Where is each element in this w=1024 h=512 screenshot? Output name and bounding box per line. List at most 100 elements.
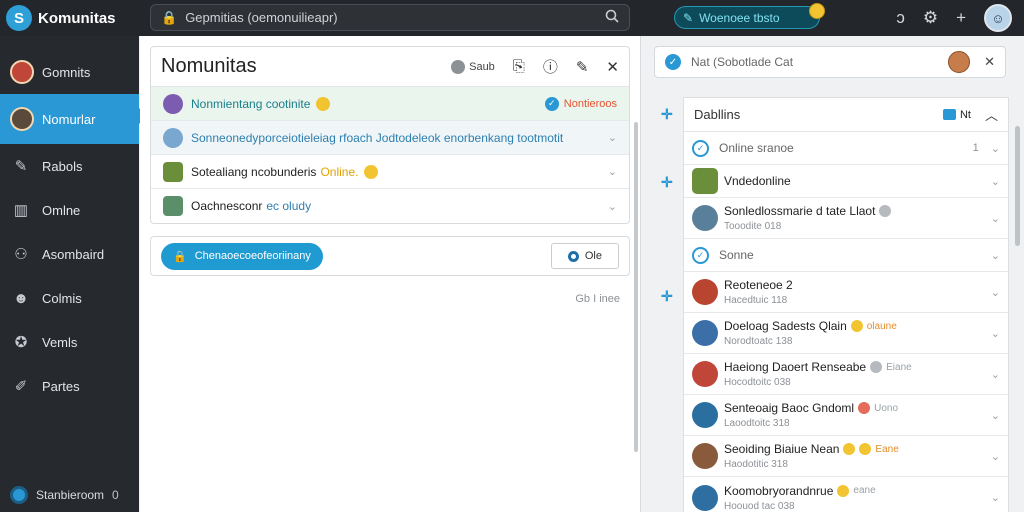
- sidebar-item-label: Asombaird: [42, 246, 105, 262]
- item-subtitle: Hoouod tac 038: [724, 500, 795, 512]
- sidebar-item-gomnits[interactable]: Gomnits: [0, 50, 139, 94]
- item-subtitle: Hocodtoitc 038: [724, 377, 791, 388]
- list-item[interactable]: Nonmientang cootinite ✓ Nontieroos: [151, 87, 629, 121]
- emoji-icon: [837, 484, 850, 497]
- sidebar-item-asombaird[interactable]: ⚇ Asombaird: [0, 232, 139, 276]
- close-icon[interactable]: ✕: [606, 58, 619, 76]
- sidebar-item-rabols[interactable]: ✎ Rabols: [0, 144, 139, 188]
- add-icon[interactable]: ✛: [661, 288, 673, 305]
- sidebar-item-label: Gomnits: [42, 64, 91, 80]
- list-item[interactable]: Sonledlossmarie d tate Llaot Tooodite 01…: [684, 198, 1008, 239]
- chart-icon: ▥: [13, 202, 29, 219]
- list-item[interactable]: Doeloag Sadests Qlain olaune Norodtoatc 1…: [684, 313, 1008, 354]
- chevron-down-icon[interactable]: ⌄: [991, 286, 1000, 299]
- list-item[interactable]: Koomobryorandnrue eane Hoouod tac 038 ⌄: [684, 477, 1008, 512]
- chevron-up-icon[interactable]: ︿: [985, 105, 998, 124]
- check-icon[interactable]: ✓: [692, 139, 709, 157]
- chevron-down-icon[interactable]: ⌄: [991, 212, 1000, 225]
- avatar: [163, 196, 183, 216]
- scrollbar[interactable]: [1015, 126, 1020, 246]
- item-name: Koomobryorandnrue eane: [724, 483, 876, 498]
- sidebar-item-label: Nomurlar: [42, 111, 96, 127]
- info-icon[interactable]: ⓘ: [543, 56, 558, 77]
- chevron-down-icon[interactable]: ⌄: [991, 327, 1000, 340]
- promo-button[interactable]: ✎ Woenoee tbsto: [674, 3, 825, 29]
- chevron-down-icon[interactable]: ⌄: [991, 491, 1000, 504]
- edit-icon: ✎: [683, 10, 694, 25]
- list-item[interactable]: ✓ Online sranoe 1 ⌄: [684, 132, 1008, 165]
- chevron-down-icon[interactable]: ⌄: [991, 175, 1000, 188]
- member-list: Dabllins Nt ︿ ✓ Online sranoe 1 ⌄ Vndedo…: [683, 97, 1009, 512]
- brand[interactable]: S Komunitas: [0, 5, 140, 31]
- list-header: Dabllins Nt ︿: [684, 98, 1008, 132]
- edit-icon[interactable]: ✎: [576, 58, 589, 76]
- list-item[interactable]: Sotealiang ncobunderis Online. ⌄: [151, 155, 629, 189]
- chevron-down-icon[interactable]: ⌄: [991, 368, 1000, 381]
- chevron-down-icon[interactable]: ⌄: [991, 409, 1000, 422]
- sidebar-item-vemls[interactable]: ✪ Vemls: [0, 320, 139, 364]
- compose-bar: 🔒 Chenaoecoeofeoriinany Ole: [150, 236, 630, 276]
- avatar: [10, 60, 34, 84]
- member-search[interactable]: ✓ Nat (Sobotlade Cat ✕: [654, 46, 1006, 78]
- item-name: Sonledlossmarie d tate Llaot: [724, 204, 991, 218]
- chevron-down-icon[interactable]: ⌄: [608, 165, 617, 178]
- list-item[interactable]: Senteoaig Baoc Gndoml Uono Laoodtoitc 318…: [684, 395, 1008, 436]
- item-subtitle: Laoodtoitc 318: [724, 418, 790, 429]
- item-subtitle: Tooodite 018: [724, 221, 782, 232]
- list-item[interactable]: Oachnesconr ec oludy ⌄: [151, 189, 629, 223]
- list-item[interactable]: Seoiding Biaiue Nean Eane Haodotitic 318 …: [684, 436, 1008, 477]
- compose-label: Chenaoecoeofeoriinany: [194, 250, 311, 262]
- check-icon[interactable]: ✓: [692, 246, 709, 264]
- filter-toggle[interactable]: Nt: [942, 109, 971, 121]
- save-button[interactable]: Saub: [451, 59, 495, 74]
- row-text: Oachnesconr: [191, 199, 263, 213]
- list-item[interactable]: Haeiong Daoert Renseabe Eiane Hocodtoitc …: [684, 354, 1008, 395]
- avatar: [692, 205, 718, 231]
- list-item[interactable]: ✓ Sonne ⌄: [684, 239, 1008, 272]
- search-icon[interactable]: [605, 9, 619, 26]
- row-text: Sonneonedyporceiotieleiag rfoach Jodtode…: [191, 130, 564, 145]
- chevron-down-icon[interactable]: ⌄: [608, 200, 617, 213]
- page-title: Nomunitas: [161, 55, 257, 77]
- chevron-down-icon[interactable]: ⌄: [991, 142, 1000, 155]
- emoji-icon: [850, 320, 863, 332]
- top-bar: S Komunitas 🔒 ✎ Woenoee tbsto ↄ ⚙ + ☺: [0, 0, 1024, 36]
- plus-icon[interactable]: +: [956, 8, 966, 28]
- edit-icon: ✎: [14, 158, 28, 175]
- item-subtitle: Norodtoatc 138: [724, 336, 793, 347]
- sidebar-item-partes[interactable]: ✐ Partes: [0, 364, 139, 408]
- gear-icon[interactable]: ⚙: [923, 8, 938, 28]
- copy-icon[interactable]: ⎘: [513, 58, 525, 75]
- sidebar-item-nomurlar[interactable]: Nomurlar: [0, 94, 147, 144]
- sidebar-item-omlne[interactable]: ▥ Omlne: [0, 188, 139, 232]
- status-indicator[interactable]: Stanbieroom 0: [10, 486, 119, 504]
- search-bar[interactable]: 🔒: [150, 4, 630, 31]
- options-button[interactable]: Ole: [550, 243, 619, 269]
- avatar[interactable]: [948, 51, 971, 73]
- status-count: 0: [112, 488, 119, 502]
- bell-icon[interactable]: ↄ: [896, 8, 905, 28]
- avatar: [692, 320, 718, 346]
- chevron-down-icon[interactable]: ⌄: [991, 249, 1000, 262]
- list-item[interactable]: Sonneonedyporceiotieleiag rfoach Jodtode…: [151, 121, 629, 155]
- avatar[interactable]: ☺: [984, 4, 1012, 32]
- add-icon[interactable]: ✛: [661, 106, 673, 123]
- search-input[interactable]: [185, 10, 605, 25]
- close-icon[interactable]: ✕: [984, 54, 995, 70]
- status-label: Stanbieroom: [36, 488, 105, 502]
- list-item[interactable]: Reoteneoe 2 Hacedtuic 118 ⌄: [684, 272, 1008, 313]
- item-subtitle: Hacedtuic 118: [724, 295, 788, 306]
- toggle-icon: [451, 59, 466, 74]
- item-tag: eane: [853, 485, 876, 496]
- compose-button[interactable]: 🔒 Chenaoecoeofeoriinany: [161, 242, 323, 270]
- sidebar-item-colmis[interactable]: ☻ Colmis: [0, 276, 139, 320]
- sidebar: Gomnits Nomurlar ✎ Rabols ▥ Omlne ⚇ Asom…: [0, 36, 147, 512]
- chevron-down-icon[interactable]: ⌄: [608, 131, 617, 144]
- save-label: Saub: [469, 60, 495, 73]
- scrollbar[interactable]: [634, 122, 638, 452]
- add-icon[interactable]: ✛: [661, 174, 673, 191]
- search-placeholder: Nat (Sobotlade Cat: [691, 55, 794, 69]
- lock-icon: 🔒: [173, 250, 187, 263]
- list-item[interactable]: Vndedonline ⌄: [684, 165, 1008, 198]
- chevron-down-icon[interactable]: ⌄: [991, 450, 1000, 463]
